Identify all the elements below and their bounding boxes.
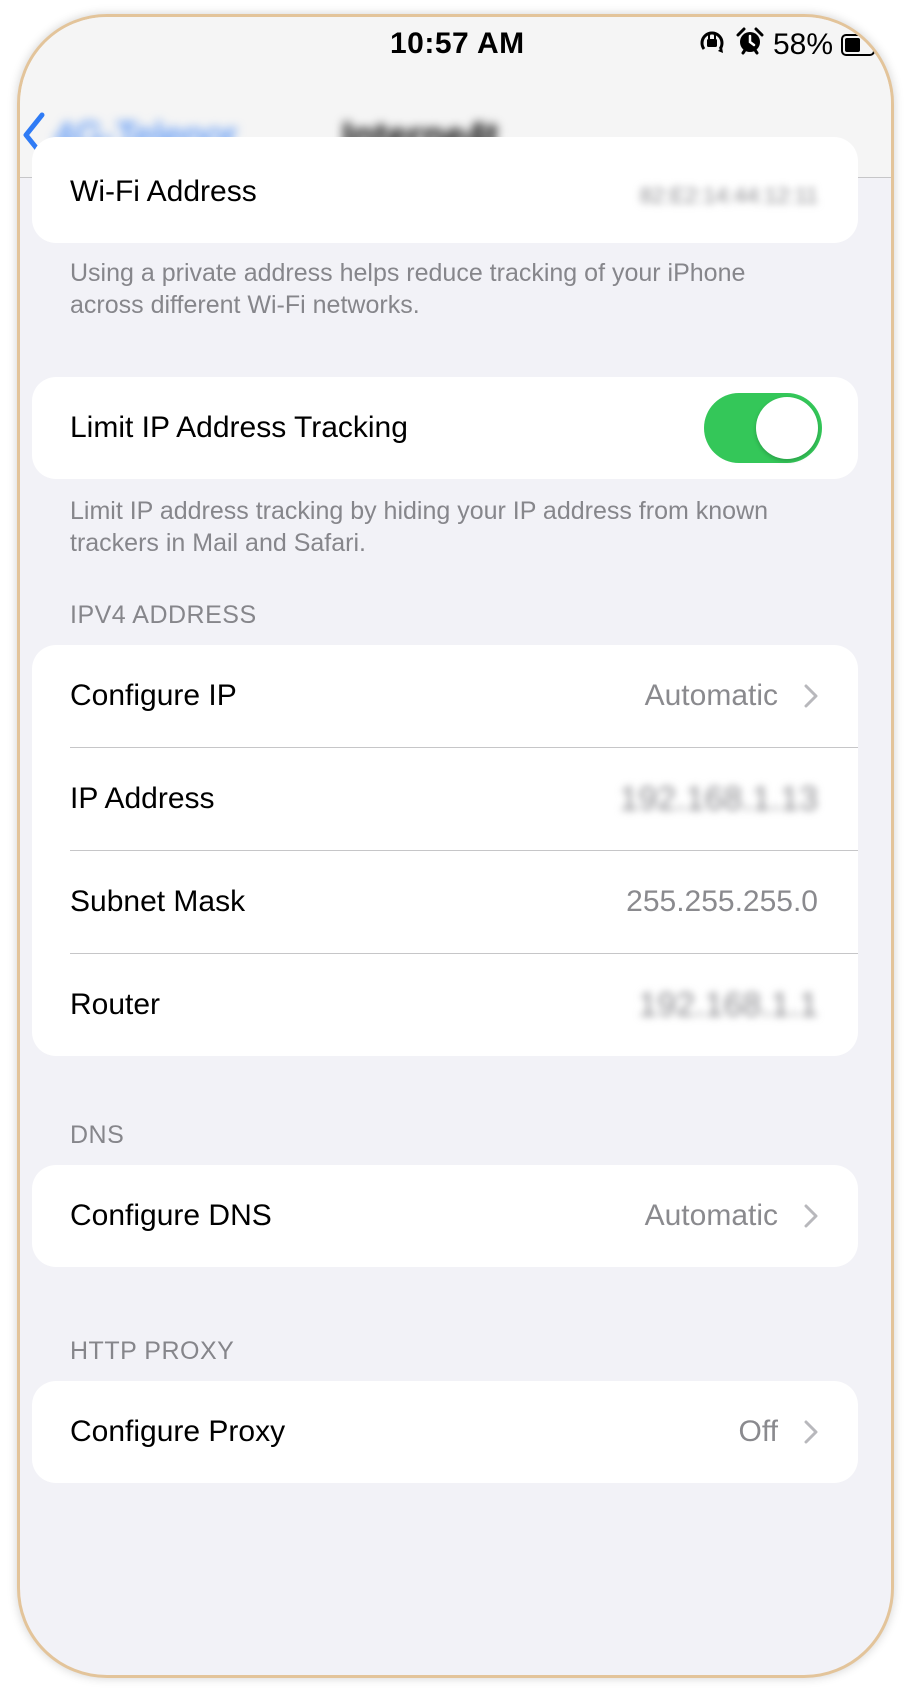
- battery-percent: 58%: [772, 28, 833, 61]
- status-indicators: 58%: [697, 27, 875, 63]
- wifi-address-card: Wi-Fi Address 82:E2:14:44:12:11: [32, 137, 858, 243]
- phone-frame: 10:57 AM 58% 4G-Telenor Interne4t Wi-Fi …: [17, 14, 894, 1678]
- limit-ip-footnote: Limit IP address tracking by hiding your…: [70, 497, 769, 557]
- http-proxy-card: Configure Proxy Off: [32, 1381, 858, 1483]
- ipv4-section-header: IPV4 ADDRESS: [70, 601, 257, 629]
- configure-dns-row[interactable]: Configure DNS Automatic: [32, 1165, 858, 1267]
- configure-ip-label: Configure IP: [70, 679, 237, 712]
- chevron-right-icon: [804, 1420, 818, 1444]
- subnet-mask-row: Subnet Mask 255.255.255.0: [32, 851, 858, 953]
- limit-ip-toggle[interactable]: [704, 393, 822, 463]
- ip-address-row: IP Address 192.168.1.13: [32, 748, 858, 850]
- configure-proxy-row[interactable]: Configure Proxy Off: [32, 1381, 858, 1483]
- chevron-right-icon: [804, 684, 818, 708]
- wifi-address-value: 82:E2:14:44:12:11: [639, 183, 818, 208]
- ip-address-value: 192.168.1.13: [619, 779, 818, 818]
- subnet-mask-value: 255.255.255.0: [626, 885, 818, 918]
- limit-ip-label: Limit IP Address Tracking: [70, 411, 408, 444]
- battery-fill: [845, 38, 860, 52]
- wifi-address-label: Wi-Fi Address: [70, 175, 257, 208]
- subnet-mask-label: Subnet Mask: [70, 885, 246, 918]
- configure-proxy-value: Off: [738, 1415, 778, 1448]
- dns-section-header: DNS: [70, 1121, 125, 1149]
- router-label: Router: [70, 988, 161, 1021]
- router-value: 192.168.1.1: [638, 985, 818, 1024]
- wifi-address-row: Wi-Fi Address 82:E2:14:44:12:11: [32, 137, 858, 243]
- wifi-address-footnote: Using a private address helps reduce tra…: [70, 259, 746, 319]
- configure-ip-row[interactable]: Configure IP Automatic: [32, 645, 858, 747]
- alarm-icon: [735, 26, 765, 64]
- ip-address-label: IP Address: [70, 782, 215, 815]
- status-bar: 10:57 AM 58%: [20, 17, 891, 97]
- configure-dns-label: Configure DNS: [70, 1199, 272, 1232]
- chevron-right-icon: [804, 1204, 818, 1228]
- configure-proxy-label: Configure Proxy: [70, 1415, 286, 1448]
- limit-ip-row: Limit IP Address Tracking: [32, 377, 858, 479]
- router-row: Router 192.168.1.1: [32, 954, 858, 1056]
- dns-card: Configure DNS Automatic: [32, 1165, 858, 1267]
- status-time: 10:57 AM: [390, 27, 525, 60]
- limit-ip-card: Limit IP Address Tracking: [32, 377, 858, 479]
- configure-ip-value: Automatic: [644, 679, 778, 712]
- http-proxy-section-header: HTTP PROXY: [70, 1337, 235, 1365]
- battery-icon: [841, 34, 875, 56]
- ipv4-card: Configure IP Automatic IP Address 192.16…: [32, 645, 858, 1056]
- toggle-knob: [756, 397, 818, 459]
- configure-dns-value: Automatic: [644, 1199, 778, 1232]
- orientation-lock-icon: [697, 26, 727, 64]
